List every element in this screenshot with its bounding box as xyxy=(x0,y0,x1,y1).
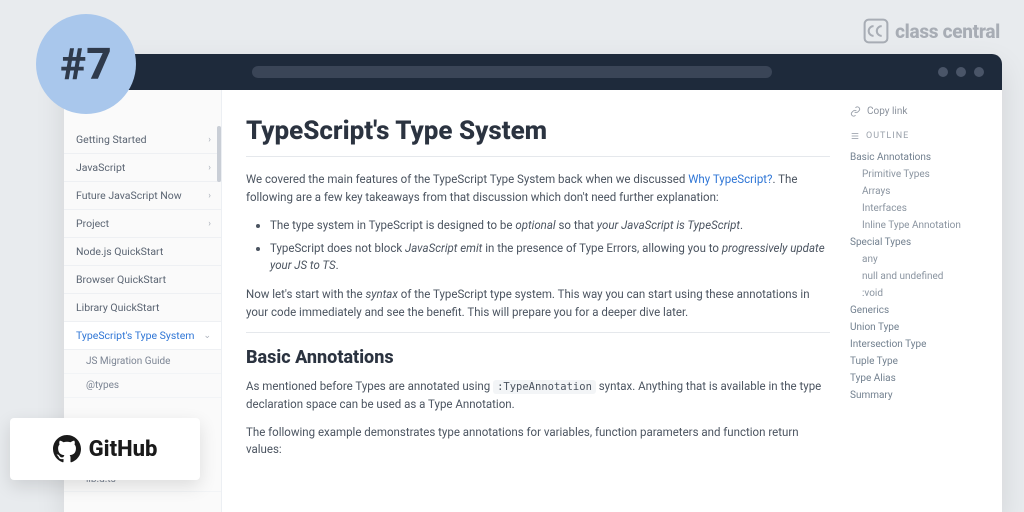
text: so that xyxy=(556,218,597,232)
sidebar-item-label: Browser QuickStart xyxy=(76,273,166,286)
github-label: GitHub xyxy=(89,437,158,462)
paragraph: The following example demonstrates type … xyxy=(246,424,830,460)
article: TypeScript's Type System We covered the … xyxy=(222,90,844,512)
text: We covered the main features of the Type… xyxy=(246,172,688,186)
divider xyxy=(246,156,830,157)
page-title: TypeScript's Type System xyxy=(246,116,830,146)
right-rail: Copy link OUTLINE Basic AnnotationsPrimi… xyxy=(844,90,1002,512)
toc-item[interactable]: Intersection Type xyxy=(850,336,992,353)
sidebar-item-node-quickstart[interactable]: Node.js QuickStart xyxy=(64,238,221,266)
toc-item[interactable]: Interfaces xyxy=(850,200,992,217)
outline-header: OUTLINE xyxy=(850,131,992,141)
sidebar-item-project[interactable]: Project › xyxy=(64,210,221,238)
text: TypeScript does not block xyxy=(270,241,405,255)
sidebar-item-label: JavaScript xyxy=(76,161,125,174)
toc-item[interactable]: Primitive Types xyxy=(850,166,992,183)
chevron-right-icon: › xyxy=(208,191,211,201)
paragraph: Now let's start with the syntax of the T… xyxy=(246,286,830,322)
chevron-down-icon: ⌄ xyxy=(203,331,211,341)
scrollbar[interactable] xyxy=(217,126,221,182)
sidebar-item-label: Library QuickStart xyxy=(76,301,159,314)
window-dot-icon[interactable] xyxy=(956,67,966,77)
intro-paragraph: We covered the main features of the Type… xyxy=(246,171,830,207)
browser-window: Getting Started › JavaScript › Future Java… xyxy=(64,54,1002,512)
toc-item[interactable]: Inline Type Annotation xyxy=(850,217,992,234)
rank-badge: #7 xyxy=(36,14,136,114)
list-item: The type system in TypeScript is designe… xyxy=(270,217,830,234)
toc-item[interactable]: Special Types xyxy=(850,234,992,251)
cc-icon xyxy=(863,18,889,44)
section-heading: Basic Annotations xyxy=(246,347,830,368)
sidebar-item-label: Project xyxy=(76,217,109,230)
emphasis: JavaScript emit xyxy=(405,241,482,255)
emphasis: optional xyxy=(515,218,555,232)
list-item: TypeScript does not block JavaScript emi… xyxy=(270,240,830,275)
sidebar-item-label: Node.js QuickStart xyxy=(76,245,163,258)
copy-link-label: Copy link xyxy=(867,106,907,117)
sidebar-item-getting-started[interactable]: Getting Started › xyxy=(64,126,221,154)
toc-item[interactable]: any xyxy=(850,251,992,268)
list-icon xyxy=(850,131,860,141)
sidebar-subitem-migration[interactable]: JS Migration Guide xyxy=(64,350,221,374)
class-central-text: class central xyxy=(895,20,1000,43)
text: in the presence of Type Errors, allowing… xyxy=(482,241,722,255)
sidebar-item-browser-quickstart[interactable]: Browser QuickStart xyxy=(64,266,221,294)
text: . xyxy=(740,218,743,232)
divider xyxy=(246,332,830,333)
sidebar-item-label: Future JavaScript Now xyxy=(76,189,182,202)
text: As mentioned before Types are annotated … xyxy=(246,379,493,393)
text: The type system in TypeScript is designe… xyxy=(270,218,515,232)
class-central-logo: class central xyxy=(863,18,1000,44)
why-typescript-link[interactable]: Why TypeScript? xyxy=(688,172,772,186)
sidebar-item-type-system[interactable]: TypeScript's Type System ⌄ xyxy=(64,322,221,350)
takeaways-list: The type system in TypeScript is designe… xyxy=(270,217,830,275)
chevron-right-icon: › xyxy=(208,219,211,229)
toc-item[interactable]: Type Alias xyxy=(850,370,992,387)
text: . xyxy=(336,258,339,272)
window-dot-icon[interactable] xyxy=(938,67,948,77)
emphasis: syntax xyxy=(365,287,397,301)
toc-item[interactable]: Basic Annotations xyxy=(850,149,992,166)
toc-item[interactable]: Summary xyxy=(850,387,992,404)
text: Now let's start with the xyxy=(246,287,365,301)
toc-item[interactable]: Generics xyxy=(850,302,992,319)
window-controls xyxy=(938,67,984,77)
sidebar-subitem-types[interactable]: @types xyxy=(64,374,221,398)
toc-item[interactable]: null and undefined xyxy=(850,268,992,285)
sidebar-item-library-quickstart[interactable]: Library QuickStart xyxy=(64,294,221,322)
inline-code: :TypeAnnotation xyxy=(493,380,596,394)
chevron-right-icon: › xyxy=(208,135,211,145)
link-icon xyxy=(850,106,861,117)
sidebar-item-javascript[interactable]: JavaScript › xyxy=(64,154,221,182)
outline-list: Basic AnnotationsPrimitive TypesArraysIn… xyxy=(850,149,992,404)
copy-link-button[interactable]: Copy link xyxy=(850,106,992,117)
browser-body: Getting Started › JavaScript › Future Java… xyxy=(64,90,1002,512)
window-dot-icon[interactable] xyxy=(974,67,984,77)
outline-label: OUTLINE xyxy=(866,131,909,141)
paragraph: As mentioned before Types are annotated … xyxy=(246,378,830,414)
toc-item[interactable]: :void xyxy=(850,285,992,302)
address-bar[interactable] xyxy=(252,66,772,78)
browser-header xyxy=(64,54,1002,90)
toc-item[interactable]: Arrays xyxy=(850,183,992,200)
sidebar-item-label: TypeScript's Type System xyxy=(76,329,195,342)
github-card: GitHub xyxy=(10,418,200,480)
emphasis: your JavaScript is TypeScript xyxy=(597,218,740,232)
toc-item[interactable]: Tuple Type xyxy=(850,353,992,370)
sidebar-item-label: Getting Started xyxy=(76,133,147,146)
sidebar-item-future-js[interactable]: Future JavaScript Now › xyxy=(64,182,221,210)
github-icon xyxy=(53,435,81,463)
toc-item[interactable]: Union Type xyxy=(850,319,992,336)
chevron-right-icon: › xyxy=(208,163,211,173)
